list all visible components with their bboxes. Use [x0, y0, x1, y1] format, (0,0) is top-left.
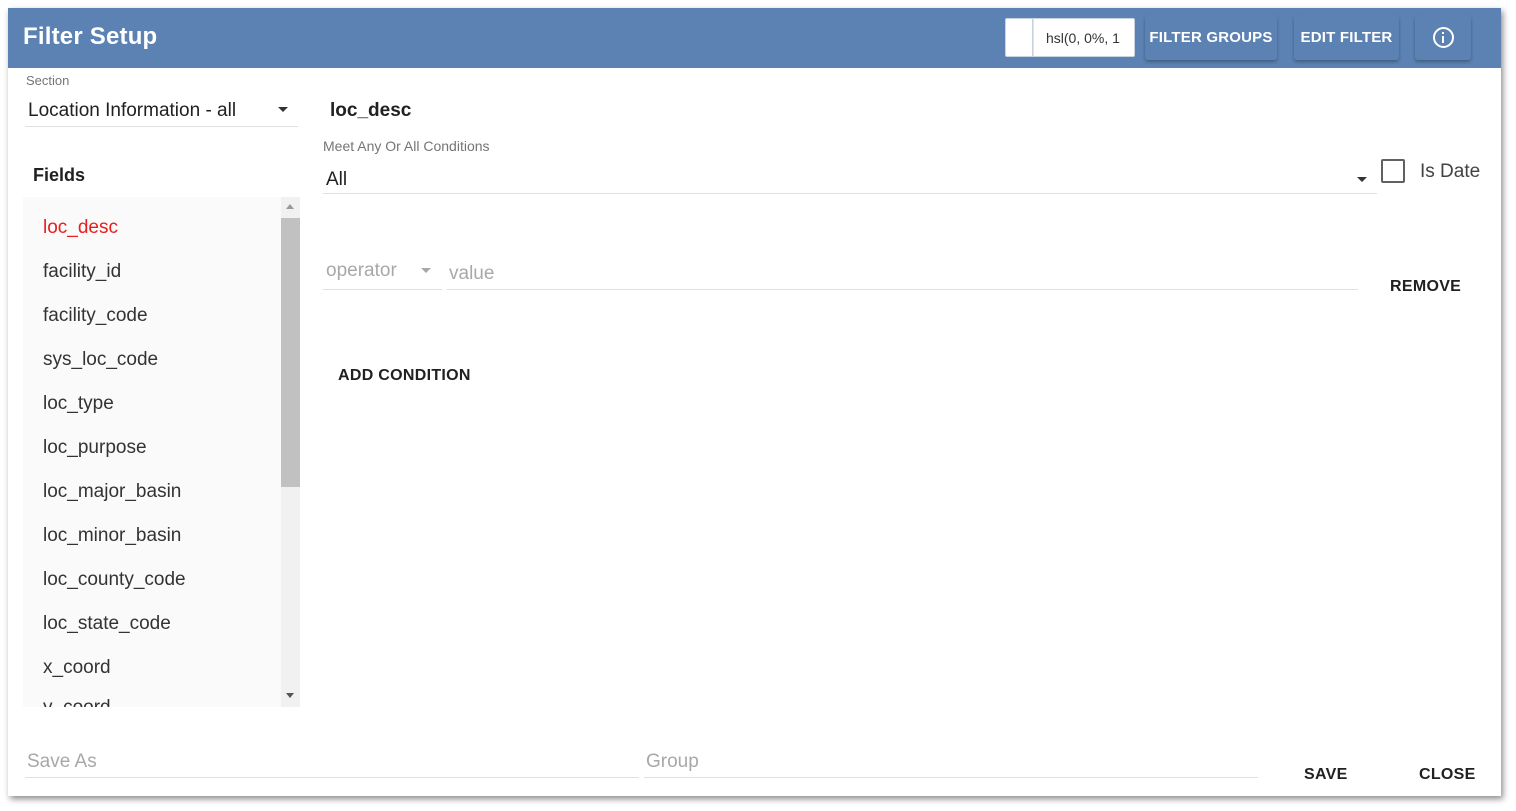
field-item-loc-purpose[interactable]: loc_purpose [43, 437, 147, 459]
field-item-loc-desc[interactable]: loc_desc [43, 217, 118, 239]
field-item-loc-type[interactable]: loc_type [43, 393, 114, 415]
checkbox-box[interactable] [1381, 159, 1405, 183]
filter-setup-dialog: Filter Setup hsl(0, 0%, 1 FILTER GROUPS … [8, 8, 1501, 796]
add-condition-button[interactable]: ADD CONDITION [338, 367, 471, 385]
save-as-input[interactable] [25, 746, 639, 778]
scrollbar-thumb[interactable] [281, 218, 300, 487]
meet-conditions-label: Meet Any Or All Conditions [323, 138, 490, 154]
color-value-input[interactable]: hsl(0, 0%, 1 [1033, 18, 1135, 57]
field-item-y-coord[interactable]: y_coord [43, 697, 111, 707]
info-button[interactable] [1415, 15, 1471, 60]
remove-condition-button[interactable]: REMOVE [1390, 278, 1461, 296]
fields-list: loc_desc facility_id facility_code sys_l… [23, 197, 300, 707]
chevron-down-icon [421, 268, 431, 273]
section-select[interactable]: Location Information - all [25, 97, 298, 127]
meet-conditions-select[interactable]: All [323, 163, 1377, 194]
scroll-down-icon[interactable] [286, 693, 294, 698]
dialog-header: Filter Setup hsl(0, 0%, 1 FILTER GROUPS … [8, 8, 1501, 68]
filter-groups-button[interactable]: FILTER GROUPS [1145, 15, 1277, 60]
chevron-down-icon [278, 107, 288, 112]
color-swatch[interactable] [1005, 18, 1033, 57]
is-date-checkbox[interactable]: Is Date [1381, 159, 1501, 187]
group-input[interactable] [644, 746, 1258, 778]
selected-field-heading: loc_desc [330, 100, 412, 121]
field-item-loc-county-code[interactable]: loc_county_code [43, 569, 186, 591]
meet-conditions-value: All [326, 169, 348, 190]
operator-placeholder: operator [326, 260, 397, 281]
field-item-sys-loc-code[interactable]: sys_loc_code [43, 349, 158, 371]
chevron-down-icon [1357, 177, 1367, 182]
field-item-x-coord[interactable]: x_coord [43, 657, 111, 679]
field-item-facility-code[interactable]: facility_code [43, 305, 148, 327]
field-item-loc-state-code[interactable]: loc_state_code [43, 613, 171, 635]
close-button[interactable]: CLOSE [1419, 766, 1476, 784]
info-icon [1432, 27, 1454, 48]
save-button[interactable]: SAVE [1304, 766, 1348, 784]
field-item-loc-major-basin[interactable]: loc_major_basin [43, 481, 181, 503]
field-item-partial[interactable]: y_coord [43, 697, 123, 707]
fields-scrollbar[interactable] [281, 197, 300, 707]
is-date-label: Is Date [1420, 161, 1481, 182]
field-item-loc-minor-basin[interactable]: loc_minor_basin [43, 525, 181, 547]
field-item-facility-id[interactable]: facility_id [43, 261, 121, 283]
scroll-up-icon[interactable] [286, 204, 294, 209]
condition-value-input[interactable] [447, 258, 1358, 290]
section-label: Section [26, 73, 70, 88]
edit-filter-button[interactable]: EDIT FILTER [1294, 15, 1399, 60]
fields-title: Fields [33, 165, 86, 185]
dialog-title: Filter Setup [23, 23, 158, 50]
section-selected-value: Location Information - all [28, 100, 237, 121]
operator-select[interactable]: operator [323, 258, 442, 290]
